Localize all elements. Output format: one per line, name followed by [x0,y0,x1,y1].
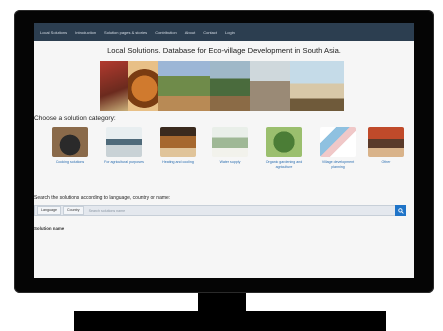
nav-item-login[interactable]: Login [225,30,235,35]
category-organic[interactable]: Organic gardening and agriculture [262,127,306,169]
browser-screen: Local Solutions Introduction Solution pa… [34,23,414,278]
language-select[interactable]: Language [37,206,61,215]
category-village[interactable]: Village development planning [316,127,360,169]
category-label: Water supply [219,160,241,164]
search-icon [397,207,404,214]
category-label: Other [381,160,391,164]
search-bar: Language Country Search solutions name [34,205,406,216]
category-other[interactable]: Other [364,127,408,165]
banner-photo-village [158,61,210,111]
search-input[interactable]: Search solutions name [89,209,395,213]
category-agriculture[interactable]: For agricultural purposes [102,127,146,165]
category-label: Village development planning [321,160,355,169]
banner-photo-woman [100,61,128,111]
nav-item-about[interactable]: About [185,30,195,35]
water-photo-icon [212,127,248,157]
category-heating[interactable]: Heating and cooling [156,127,200,165]
banner-photo-strip [100,61,344,111]
category-cooking[interactable]: Cooking solutions [48,127,92,165]
category-label: For agricultural purposes [104,160,144,164]
nav-item-home[interactable]: Local Solutions [40,30,67,35]
banner-photo-people [210,61,250,111]
search-heading: Search the solutions according to langua… [34,195,171,201]
category-heading: Choose a solution category: [34,115,116,122]
heating-photo-icon [160,127,196,157]
cooking-photo-icon [52,127,88,157]
monitor-stand-neck [198,293,246,311]
page-title: Local Solutions. Database for Eco-villag… [107,46,341,55]
category-label: Cooking solutions [55,160,85,164]
search-button[interactable] [395,205,406,216]
agriculture-photo-icon [106,127,142,157]
nav-item-introduction[interactable]: Introduction [75,30,96,35]
nav-item-contact[interactable]: Contact [203,30,217,35]
organic-photo-icon [266,127,302,157]
top-navbar: Local Solutions Introduction Solution pa… [34,23,414,41]
village-photo-icon [320,127,356,157]
nav-item-solutions[interactable]: Solution pages & stories [104,30,147,35]
banner-photo-basket [128,61,158,111]
category-grid: Cooking solutions For agricultural purpo… [48,127,408,187]
results-heading: Solution name [34,226,65,231]
category-water[interactable]: Water supply [208,127,252,165]
monitor-stand-base [74,311,386,331]
category-label: Heating and cooling [162,160,194,164]
country-select[interactable]: Country [63,206,84,215]
banner-photo-boat [290,61,344,111]
other-photo-icon [368,127,404,157]
nav-item-contribution[interactable]: Contribution [155,30,177,35]
banner-photo-building [250,61,290,111]
category-label: Organic gardening and agriculture [265,160,303,169]
monitor-bezel: Local Solutions Introduction Solution pa… [14,10,434,293]
